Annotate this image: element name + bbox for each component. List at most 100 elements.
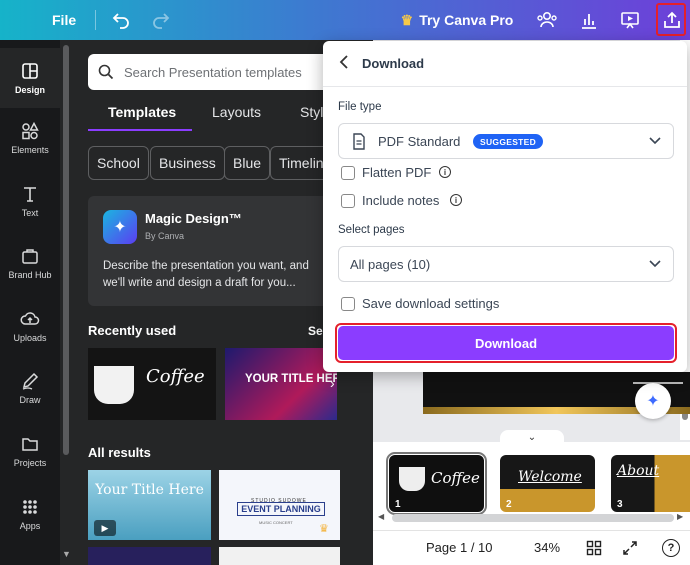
music-concert-text: MUSIC CONCERT xyxy=(259,520,293,525)
result-template-partial-1[interactable] xyxy=(88,547,211,565)
crown-icon: ♛ xyxy=(319,523,329,535)
draw-icon xyxy=(22,372,39,390)
save-settings-checkbox[interactable] xyxy=(341,297,355,311)
share-people-icon[interactable] xyxy=(532,0,562,40)
undo-icon[interactable] xyxy=(108,0,134,40)
rail-label-apps: Apps xyxy=(19,521,41,531)
rail-item-elements[interactable]: Elements xyxy=(0,108,60,168)
grid-view-icon[interactable] xyxy=(586,530,602,565)
flatten-pdf-checkbox[interactable] xyxy=(341,166,355,180)
result-template-event-planning[interactable]: STUDIO SUDOWE EVENT PLANNING MUSIC CONCE… xyxy=(219,470,340,540)
rail-item-projects[interactable]: Projects xyxy=(0,421,60,481)
coffee-thumb-title: Coffee xyxy=(146,366,205,387)
scroll-down-icon[interactable]: ▼ xyxy=(62,549,71,559)
rail-label-text: Text xyxy=(21,208,39,218)
result-template-your-title[interactable]: Your Title Here ▶ xyxy=(88,470,211,540)
magic-assistant-icon[interactable]: ✦ xyxy=(635,383,671,419)
try-pro-label: Try Canva Pro xyxy=(419,12,514,28)
magic-design-card[interactable]: ✦ Magic Design™ By Canva Describe the pr… xyxy=(88,196,348,306)
download-button[interactable]: Download xyxy=(338,326,674,360)
page-thumb-2[interactable]: Welcome 2 xyxy=(500,455,595,512)
back-chevron-icon[interactable] xyxy=(338,54,352,75)
chevron-down-icon xyxy=(649,257,661,271)
page-thumb-3[interactable]: About 3 xyxy=(611,455,690,512)
tab-templates[interactable]: Templates xyxy=(108,104,176,120)
your-title-here-text: Your Title Here xyxy=(95,482,204,498)
bottom-bar xyxy=(373,530,690,565)
try-canva-pro-button[interactable]: ♛ Try Canva Pro xyxy=(398,0,516,40)
tab-styles[interactable]: Styl xyxy=(300,104,323,120)
chip-blue[interactable]: Blue xyxy=(224,146,271,180)
design-icon xyxy=(22,63,38,79)
file-type-select[interactable]: PDF Standard SUGGESTED xyxy=(338,123,674,159)
select-pages-dropdown[interactable]: All pages (10) xyxy=(338,246,674,282)
rail-item-brand-hub[interactable]: Brand Hub xyxy=(0,233,60,293)
your-title-thumb-text: YOUR TITLE HERE xyxy=(245,373,337,385)
panel-scrollbar-thumb[interactable] xyxy=(63,45,69,455)
redo-icon[interactable] xyxy=(148,0,174,40)
fullscreen-icon[interactable] xyxy=(622,530,638,565)
page-thumb-title: Welcome xyxy=(518,469,582,485)
file-menu-button[interactable]: File xyxy=(52,0,76,40)
chevron-right-icon[interactable]: › xyxy=(330,375,335,391)
rail-item-text[interactable]: Text xyxy=(0,171,60,231)
brand-hub-icon xyxy=(22,249,38,264)
page-indicator[interactable]: Page 1 / 10 xyxy=(426,530,493,565)
chevron-down-icon xyxy=(649,134,661,148)
rail-label-projects: Projects xyxy=(13,458,47,468)
page-thumb-1[interactable]: Coffee 1 xyxy=(386,452,487,515)
left-rail: Design Elements Text Brand Hub Uploads D… xyxy=(0,40,60,565)
file-type-label: File type xyxy=(338,101,382,113)
topbar-divider xyxy=(95,10,96,30)
rail-item-draw[interactable]: Draw xyxy=(0,358,60,418)
recent-template-your-title[interactable]: YOUR TITLE HERE xyxy=(225,348,337,420)
magic-design-desc: Describe the presentation you want, and … xyxy=(103,260,309,289)
pages-scrollbar[interactable] xyxy=(392,514,674,522)
include-notes-label: Include notes xyxy=(362,193,440,208)
search-input[interactable]: Search Presentation templates xyxy=(88,54,353,90)
file-type-value: PDF Standard xyxy=(378,133,461,149)
flatten-pdf-label: Flatten PDF xyxy=(362,165,432,180)
document-icon xyxy=(353,133,365,150)
recently-used-heading: Recently used xyxy=(88,323,177,338)
play-icon: ▶ xyxy=(94,520,116,536)
all-results-heading: All results xyxy=(88,445,151,460)
help-text: ? xyxy=(662,538,680,557)
help-icon[interactable]: ? xyxy=(662,530,680,565)
select-pages-value: All pages (10) xyxy=(350,256,431,272)
magic-design-by: By Canva xyxy=(145,231,185,241)
page-number: 1 xyxy=(395,499,401,510)
recent-template-coffee[interactable]: Coffee xyxy=(88,348,216,420)
present-icon[interactable] xyxy=(615,0,645,40)
magic-design-icon: ✦ xyxy=(103,210,137,244)
dialog-title: Download xyxy=(362,56,425,71)
projects-icon xyxy=(22,438,38,451)
info-icon[interactable]: i xyxy=(439,166,451,178)
analytics-icon[interactable] xyxy=(574,0,604,40)
rail-item-design[interactable]: Design xyxy=(0,48,60,108)
search-placeholder: Search Presentation templates xyxy=(124,64,302,80)
scroll-right-icon[interactable]: ▶ xyxy=(677,512,683,521)
rail-label-uploads: Uploads xyxy=(13,333,47,343)
rail-item-apps[interactable]: Apps xyxy=(0,484,60,544)
rail-label-draw: Draw xyxy=(19,395,41,405)
page-thumb-title: Coffee xyxy=(431,469,480,487)
info-icon[interactable]: i xyxy=(450,194,462,206)
zoom-level[interactable]: 34% xyxy=(534,530,560,565)
chip-business[interactable]: Business xyxy=(150,146,225,180)
save-settings-label: Save download settings xyxy=(362,296,500,311)
search-icon xyxy=(98,64,114,80)
result-template-partial-2[interactable] xyxy=(219,547,340,565)
export-highlight xyxy=(656,3,686,36)
rail-item-uploads[interactable]: Uploads xyxy=(0,296,60,356)
coffee-cup-image xyxy=(399,467,425,491)
panel-scrollbar[interactable] xyxy=(61,43,71,563)
tab-layouts[interactable]: Layouts xyxy=(212,104,261,120)
chip-school[interactable]: School xyxy=(88,146,149,180)
apps-icon xyxy=(23,500,37,514)
include-notes-checkbox[interactable] xyxy=(341,194,355,208)
scroll-left-icon[interactable]: ◀ xyxy=(378,512,384,521)
page-thumb-title: About xyxy=(617,463,660,479)
rail-label-brand-hub: Brand Hub xyxy=(8,270,52,280)
see-all-link[interactable]: Se xyxy=(308,324,323,338)
